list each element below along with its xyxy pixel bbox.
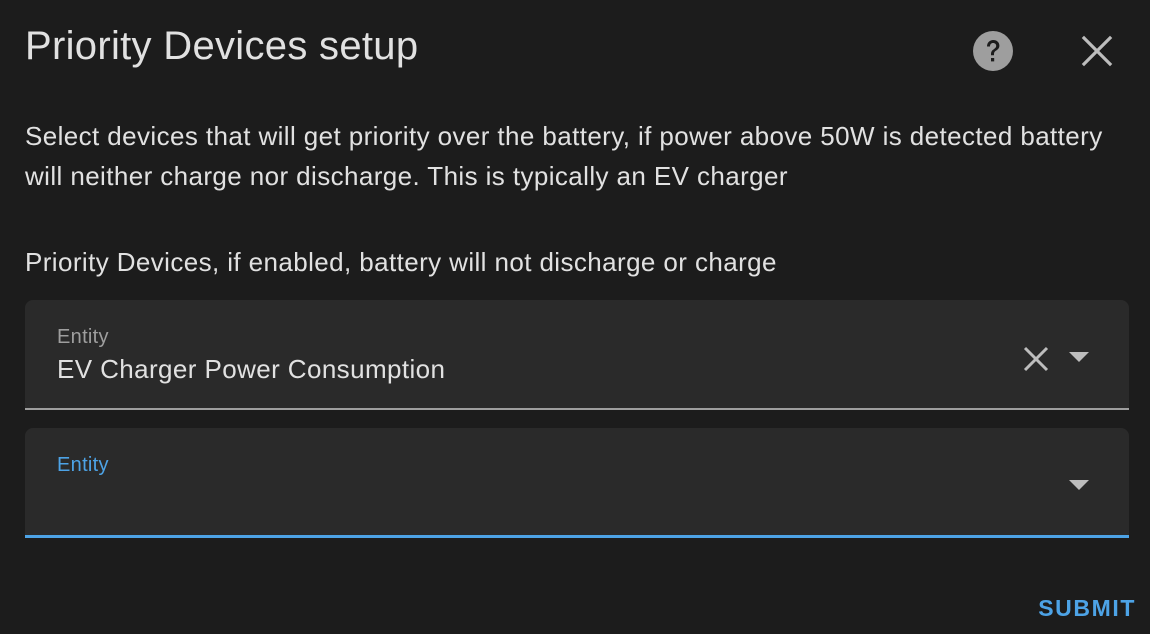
entity-field-value[interactable]: EV Charger Power Consumption (57, 354, 957, 385)
help-button[interactable] (972, 30, 1014, 72)
chevron-down-icon (1069, 352, 1089, 362)
entity-field-label: Entity (57, 454, 109, 476)
submit-button[interactable]: SUBMIT (1020, 588, 1136, 628)
dialog-title: Priority Devices setup (25, 24, 419, 68)
priority-devices-dialog: Priority Devices setup Select devices th… (0, 0, 1150, 634)
dialog-description: Select devices that will get priority ov… (25, 121, 1103, 191)
chevron-down-icon (1069, 480, 1089, 490)
help-circle-icon (973, 31, 1013, 71)
dropdown-button[interactable] (1067, 346, 1091, 370)
section-label: Priority Devices, if enabled, battery wi… (25, 247, 777, 277)
close-icon (1081, 35, 1113, 67)
entity-picker-2[interactable]: Entity (25, 428, 1129, 538)
clear-icon (1023, 346, 1049, 372)
entity-picker-1[interactable]: Entity EV Charger Power Consumption (25, 300, 1129, 410)
clear-button[interactable] (1021, 344, 1051, 374)
close-button[interactable] (1076, 30, 1118, 72)
entity-field-label: Entity (57, 326, 109, 348)
dropdown-button[interactable] (1067, 474, 1091, 498)
